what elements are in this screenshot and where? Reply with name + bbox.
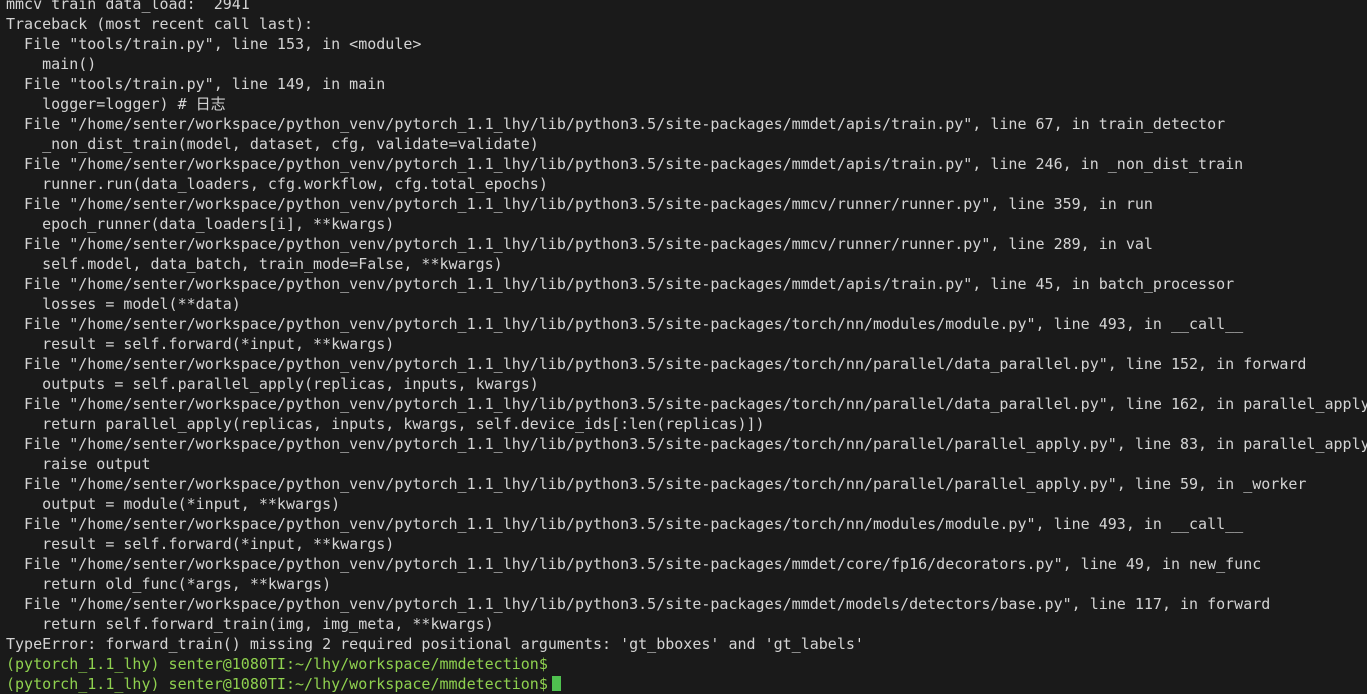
output-line: File "/home/senter/workspace/python_venv… bbox=[6, 355, 1307, 373]
output-line: _non_dist_train(model, dataset, cfg, val… bbox=[6, 135, 539, 153]
shell-prompt-active[interactable]: (pytorch_1.1_lhy) senter@1080TI:~/lhy/wo… bbox=[6, 674, 1367, 694]
output-line: File "tools/train.py", line 153, in <mod… bbox=[6, 35, 422, 53]
output-line: File "/home/senter/workspace/python_venv… bbox=[6, 275, 1235, 293]
output-line: mmcv train data_load: 2941 bbox=[6, 0, 250, 13]
output-line: File "/home/senter/workspace/python_venv… bbox=[6, 595, 1271, 613]
output-line: return old_func(*args, **kwargs) bbox=[6, 575, 332, 593]
output-line: File "/home/senter/workspace/python_venv… bbox=[6, 435, 1367, 453]
output-line: main() bbox=[6, 55, 97, 73]
output-line: epoch_runner(data_loaders[i], **kwargs) bbox=[6, 215, 395, 233]
output-line: return self.forward_train(img, img_meta,… bbox=[6, 615, 494, 633]
output-line: losses = model(**data) bbox=[6, 295, 241, 313]
output-line: File "/home/senter/workspace/python_venv… bbox=[6, 235, 1153, 253]
output-line: File "/home/senter/workspace/python_venv… bbox=[6, 515, 1244, 533]
output-line: result = self.forward(*input, **kwargs) bbox=[6, 535, 395, 553]
output-line: output = module(*input, **kwargs) bbox=[6, 495, 341, 513]
output-line: raise output bbox=[6, 455, 151, 473]
output-line: File "/home/senter/workspace/python_venv… bbox=[6, 395, 1367, 413]
output-line: Traceback (most recent call last): bbox=[6, 15, 314, 33]
shell-prompt-text: (pytorch_1.1_lhy) senter@1080TI:~/lhy/wo… bbox=[6, 675, 548, 693]
terminal-output: mmcv train data_load: 2941 Traceback (mo… bbox=[6, 0, 1367, 694]
error-message: TypeError: forward_train() missing 2 req… bbox=[6, 635, 864, 653]
output-line: File "tools/train.py", line 149, in main bbox=[6, 75, 386, 93]
output-line: runner.run(data_loaders, cfg.workflow, c… bbox=[6, 175, 548, 193]
output-line: result = self.forward(*input, **kwargs) bbox=[6, 335, 395, 353]
output-line: File "/home/senter/workspace/python_venv… bbox=[6, 315, 1244, 333]
terminal-window[interactable]: mmcv train data_load: 2941 Traceback (mo… bbox=[0, 0, 1367, 694]
output-line: File "/home/senter/workspace/python_venv… bbox=[6, 195, 1153, 213]
output-line: outputs = self.parallel_apply(replicas, … bbox=[6, 375, 539, 393]
output-line: File "/home/senter/workspace/python_venv… bbox=[6, 155, 1244, 173]
output-line: self.model, data_batch, train_mode=False… bbox=[6, 255, 503, 273]
shell-prompt: (pytorch_1.1_lhy) senter@1080TI:~/lhy/wo… bbox=[6, 655, 548, 673]
output-line: logger=logger) # 日志 bbox=[6, 95, 226, 113]
cursor-block bbox=[551, 676, 561, 691]
output-line: File "/home/senter/workspace/python_venv… bbox=[6, 115, 1226, 133]
output-line: File "/home/senter/workspace/python_venv… bbox=[6, 475, 1307, 493]
output-line: File "/home/senter/workspace/python_venv… bbox=[6, 555, 1262, 573]
output-line: return parallel_apply(replicas, inputs, … bbox=[6, 415, 765, 433]
